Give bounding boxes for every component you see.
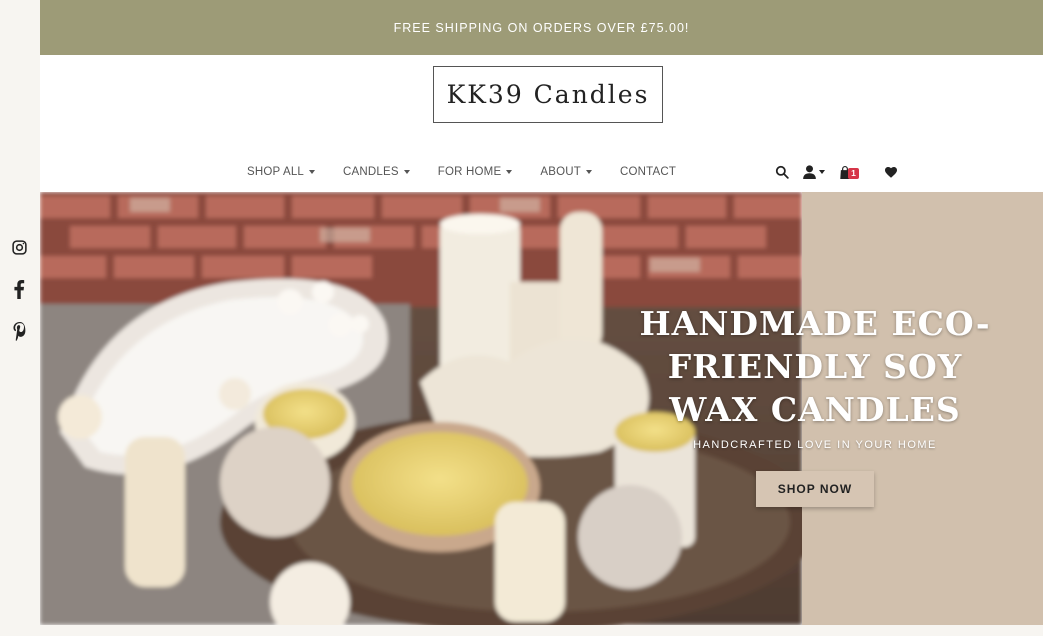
hero-title-line: HANDMADE ECO- — [639, 304, 991, 343]
page-bottom-strip — [40, 625, 1043, 636]
hero-title-line: WAX CANDLES — [669, 390, 961, 429]
instagram-icon[interactable] — [9, 237, 29, 257]
caret-down-icon — [585, 170, 592, 174]
caret-down-icon — [403, 170, 410, 174]
nav-label: CANDLES — [343, 166, 399, 178]
nav-shop-all[interactable]: SHOP ALL — [247, 162, 316, 182]
header-icons: 1 — [775, 162, 911, 182]
cart-count-badge: 1 — [848, 167, 859, 179]
nav-label: CONTACT — [619, 166, 677, 178]
hero-banner: HANDMADE ECO- FRIENDLY SOY WAX CANDLES H… — [40, 192, 1043, 625]
facebook-icon[interactable] — [9, 279, 29, 299]
nav-for-home[interactable]: FOR HOME — [438, 162, 513, 182]
shop-now-button[interactable]: SHOP NOW — [755, 471, 875, 507]
social-sidebar — [0, 0, 40, 636]
pinterest-icon[interactable] — [9, 321, 29, 341]
heart-icon[interactable] — [885, 166, 897, 178]
brand-logo[interactable]: KK39 Candles — [433, 66, 663, 123]
hero-content: HANDMADE ECO- FRIENDLY SOY WAX CANDLES H… — [630, 302, 1000, 507]
nav-label: FOR HOME — [437, 166, 502, 178]
caret-down-icon — [819, 170, 825, 174]
caret-down-icon — [309, 170, 316, 174]
page-main: FREE SHIPPING ON ORDERS OVER £75.00! KK3… — [40, 0, 1043, 636]
bag-icon[interactable]: 1 — [839, 165, 863, 179]
nav-label: SHOP ALL — [247, 166, 305, 178]
hero-title: HANDMADE ECO- FRIENDLY SOY WAX CANDLES — [630, 302, 1000, 431]
nav-label: ABOUT — [540, 166, 581, 178]
search-icon[interactable] — [775, 165, 789, 179]
hero-subtitle: HANDCRAFTED LOVE IN YOUR HOME — [693, 439, 937, 451]
main-nav: SHOP ALL CANDLES FOR HOME ABOUT CONTACT — [247, 162, 704, 182]
hero-title-line: FRIENDLY SOY — [667, 347, 963, 386]
logo-text: KK39 Candles — [446, 80, 650, 109]
nav-about[interactable]: ABOUT — [540, 162, 592, 182]
promo-bar: FREE SHIPPING ON ORDERS OVER £75.00! — [40, 0, 1043, 55]
promo-text: FREE SHIPPING ON ORDERS OVER £75.00! — [393, 20, 690, 35]
caret-down-icon — [506, 170, 513, 174]
nav-candles[interactable]: CANDLES — [343, 162, 410, 182]
nav-contact[interactable]: CONTACT — [620, 162, 676, 182]
user-icon[interactable] — [803, 165, 825, 179]
